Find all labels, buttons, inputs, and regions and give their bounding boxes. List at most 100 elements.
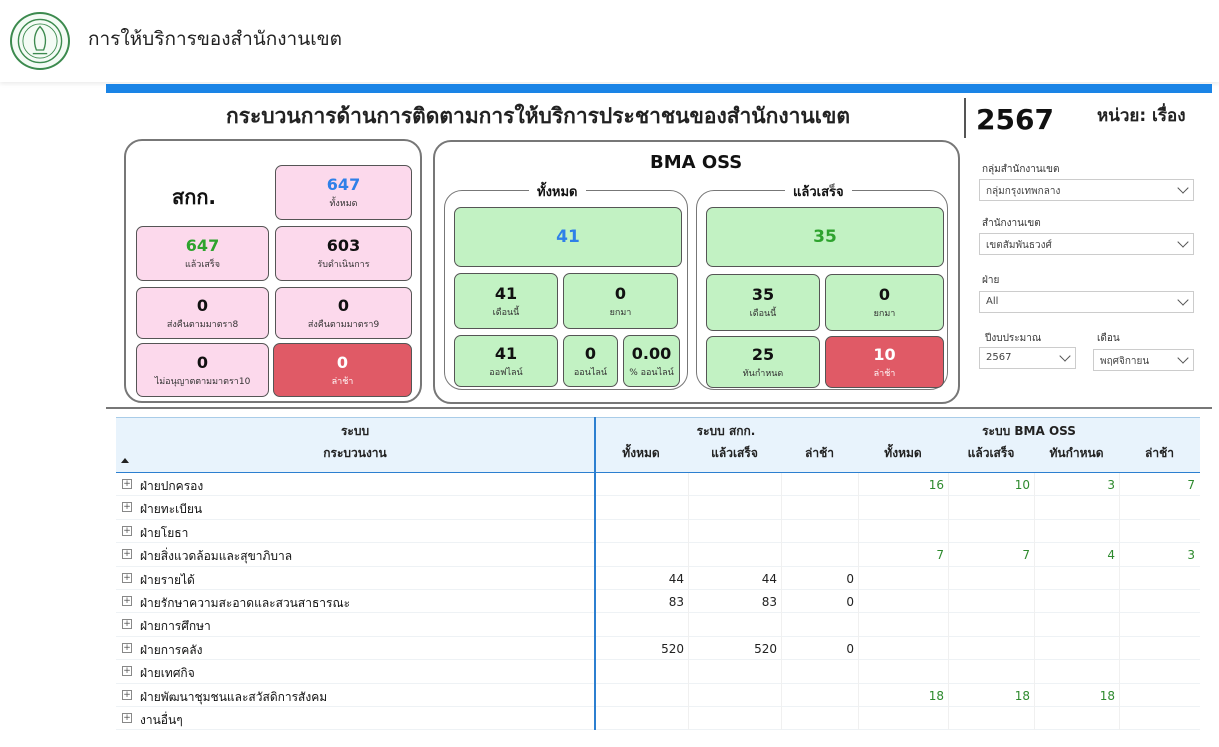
table-cell: 44 [668,571,684,586]
header-col-sakk-total[interactable]: ทั้งหมด [594,444,688,463]
expand-icon[interactable]: + [122,479,132,489]
table-row[interactable]: + ฝ่ายการศึกษา [116,613,1200,637]
table-row[interactable]: + ฝ่ายเทศกิจ [116,660,1200,684]
title-divider [964,98,966,138]
oss-all-carry-card[interactable]: 0 ยกมา [563,273,678,329]
table-cell: 10 [1014,478,1030,492]
table-cell: 0 [846,641,854,656]
table-row[interactable]: + ฝ่ายรายได้ 44 44 0 [116,567,1200,590]
table-cell: 83 [668,595,684,609]
table-cell: 16 [928,478,944,492]
table-cell: 0 [846,595,854,609]
row-label: ฝ่ายทะเบียน [140,502,203,517]
filter-division-select[interactable]: All [979,291,1194,313]
top-bar: การให้บริการของสำนักงานเขต [0,0,1219,82]
expand-icon[interactable]: + [122,689,132,700]
table-cell: 7 [1187,478,1195,492]
table-cell: 7 [936,548,944,563]
row-label: ฝ่ายการคลัง [140,642,203,657]
oss-done-late-card[interactable]: 10 ล่าช้า [825,336,944,388]
report-unit: หน่วย: เรื่อง [1097,106,1186,126]
section-divider [106,407,1212,409]
table-row[interactable]: + ฝ่ายการคลัง 520 520 0 [116,637,1200,661]
header-col-oss-ontime[interactable]: ทันกำหนด [1034,444,1119,463]
expand-icon[interactable]: + [122,572,132,583]
expand-icon[interactable]: + [122,502,132,513]
expand-icon[interactable]: + [122,525,132,536]
column-line [1034,473,1035,730]
filter-group-select[interactable]: กลุ่มกรุงเทพกลาง [979,179,1194,201]
header-col-oss-done[interactable]: แล้วเสร็จ [948,444,1034,463]
filter-district-label: สำนักงานเขต [982,218,1041,229]
header-col-oss-late[interactable]: ล่าช้า [1119,444,1200,463]
table-row[interactable]: + ฝ่ายปกครอง 16 10 3 7 [116,473,1200,497]
table-cell: 520 [754,641,777,656]
oss-done-total-card[interactable]: 35 [706,207,944,267]
sort-asc-icon[interactable] [121,458,129,463]
chevron-down-icon [1177,236,1189,248]
report-title: กระบวนการด้านการติดตามการให้บริการประชาช… [226,104,850,128]
report-year: 2567 [976,103,1054,136]
column-line [1119,473,1120,730]
sakk-panel: สกก. 647 ทั้งหมด 647 แล้วเสร็จ 603 รับดำ… [124,139,422,403]
header-process[interactable]: กระบวนงาน [116,444,594,463]
sakk-card-late[interactable]: 0 ล่าช้า [273,343,412,397]
table-cell: 83 [761,595,777,609]
table-cell: 0 [846,571,854,586]
oss-all-online-pct-card[interactable]: 0.00 % ออนไลน์ [623,335,680,387]
table-cell: 44 [761,571,777,586]
oss-all-month-card[interactable]: 41 เดือนนี้ [454,273,558,329]
expand-icon[interactable]: + [122,549,132,560]
oss-done-group: แล้วเสร็จ 35 35 เดือนนี้ 0 ยกมา 25 ทันกำ… [696,181,948,390]
table-divider-line [594,417,596,730]
table-row[interactable]: + ฝ่ายทะเบียน [116,496,1200,520]
expand-icon[interactable]: + [122,596,132,606]
table-cell: 3 [1107,478,1115,492]
sakk-card-done[interactable]: 647 แล้วเสร็จ [136,226,269,281]
oss-done-month-card[interactable]: 35 เดือนนี้ [706,274,820,331]
row-label: ฝ่ายเทศกิจ [140,666,195,681]
table-row[interactable]: + ฝ่ายรักษาความสะอาดและสวนสาธารณะ 83 83 0 [116,590,1200,614]
table-row[interactable]: + ฝ่ายพัฒนาชุมชนและสวัสดิการสังคม 18 18 18 [116,684,1200,707]
row-label: ฝ่ายพัฒนาชุมชนและสวัสดิการสังคม [140,689,328,704]
table-cell: 18 [928,688,944,703]
row-label: ฝ่ายการศึกษา [140,619,211,634]
oss-done-carry-card[interactable]: 0 ยกมา [825,274,944,331]
row-label: ฝ่ายปกครอง [140,479,204,493]
bma-logo-icon [10,12,70,70]
oss-all-online-card[interactable]: 0 ออนไลน์ [563,335,618,387]
oss-all-group: ทั้งหมด 41 41 เดือนนี้ 0 ยกมา 41 ออฟไลน์… [444,181,688,390]
oss-all-total-card[interactable]: 41 [454,207,682,267]
row-label: ฝ่ายโยธา [140,525,189,540]
filter-month-label: เดือน [1097,333,1120,344]
sakk-card-total[interactable]: 647 ทั้งหมด [275,165,412,220]
sakk-card-denied10[interactable]: 0 ไม่อนุญาตตามมาตรา10 [136,343,269,397]
row-label: ฝ่ายสิ่งแวดล้อมและสุขาภิบาล [140,549,293,564]
header-col-sakk-done[interactable]: แล้วเสร็จ [688,444,781,463]
oss-title: BMA OSS [650,152,743,173]
oss-all-offline-card[interactable]: 41 ออฟไลน์ [454,335,558,387]
expand-icon[interactable]: + [122,713,132,723]
column-line [858,473,859,730]
sakk-card-return8[interactable]: 0 ส่งคืนตามมาตรา8 [136,287,269,339]
header-col-sakk-late[interactable]: ล่าช้า [781,444,858,463]
filter-district-select[interactable]: เขตสัมพันธวงศ์ [979,233,1194,255]
table-row[interactable]: + ฝ่ายโยธา [116,520,1200,544]
table-row[interactable]: + ฝ่ายสิ่งแวดล้อมและสุขาภิบาล 7 7 4 3 [116,543,1200,567]
table-row[interactable]: + งานอื่นๆ [116,707,1200,731]
sakk-title: สกก. [172,185,217,209]
filter-month-select[interactable]: พฤศจิกายน [1093,349,1194,371]
table-cell: 18 [1099,688,1115,703]
row-label: ฝ่ายรายได้ [140,572,195,587]
expand-icon[interactable]: + [122,666,132,677]
filter-year-select[interactable]: 2567 [979,347,1076,369]
table-cell: 520 [661,641,684,656]
expand-icon[interactable]: + [122,642,132,653]
sakk-card-return9[interactable]: 0 ส่งคืนตามมาตรา9 [275,287,412,339]
oss-done-ontime-card[interactable]: 25 ทันกำหนด [706,336,820,388]
header-col-oss-total[interactable]: ทั้งหมด [858,444,948,463]
expand-icon[interactable]: + [122,619,132,630]
table-cell: 7 [1022,548,1030,563]
oss-done-label: แล้วเสร็จ [785,181,852,202]
sakk-card-accepted[interactable]: 603 รับดำเนินการ [275,226,412,281]
